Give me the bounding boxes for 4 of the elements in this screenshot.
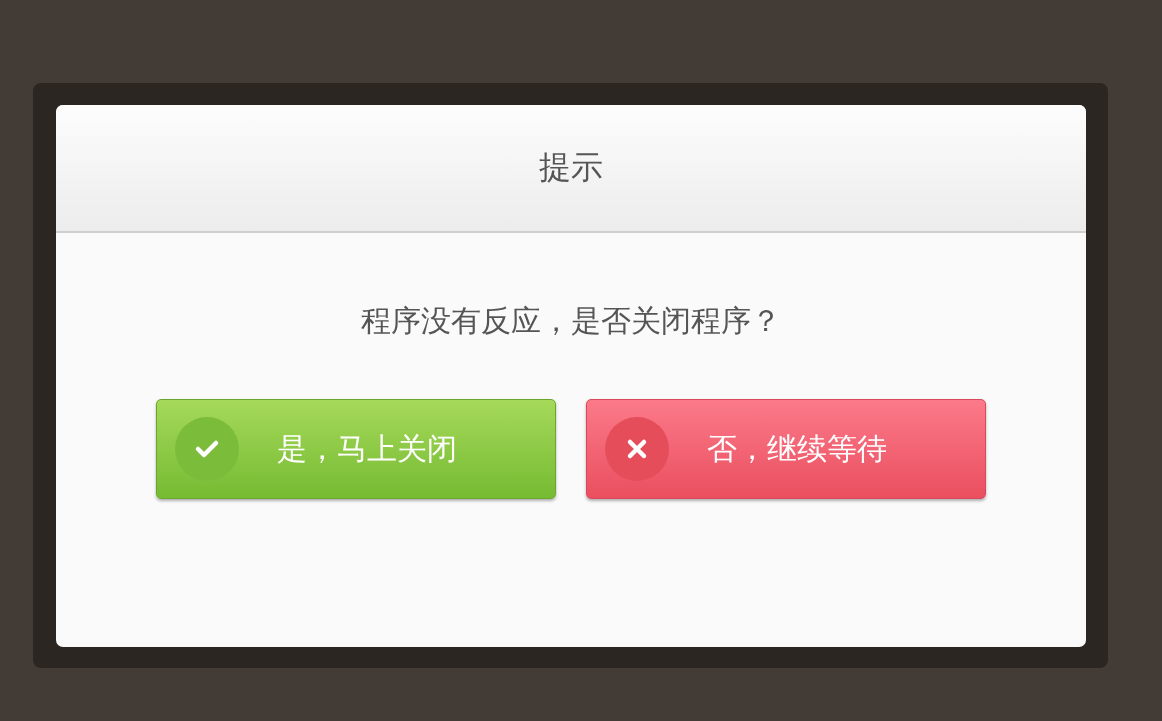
confirm-button[interactable]: 是，马上关闭 [156,399,556,499]
dialog-message: 程序没有反应，是否关闭程序？ [361,302,781,340]
cancel-button[interactable]: 否，继续等待 [586,399,986,499]
dialog-title: 提示 [539,147,603,188]
